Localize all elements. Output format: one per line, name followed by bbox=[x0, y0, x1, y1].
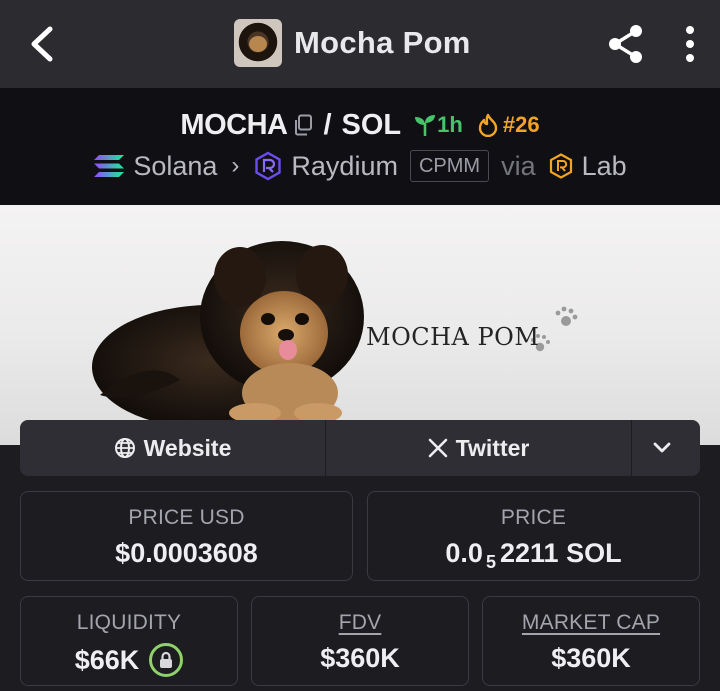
flame-icon bbox=[478, 113, 498, 137]
seedling-icon bbox=[415, 115, 436, 136]
fdv-card[interactable]: FDV $360K bbox=[251, 596, 469, 686]
more-options-button[interactable] bbox=[676, 22, 704, 66]
fdv-value: $360K bbox=[320, 643, 400, 673]
base-symbol: MOCHA bbox=[180, 108, 288, 141]
twitter-label: Twitter bbox=[455, 434, 530, 461]
pair-line: MOCHA / SOL 1h #26 bbox=[0, 106, 720, 144]
liquidity-card: LIQUIDITY $66K bbox=[20, 596, 238, 686]
liquidity-lock-badge[interactable] bbox=[149, 643, 184, 677]
pair-age: 1h bbox=[413, 112, 463, 138]
more-vertical-icon bbox=[686, 26, 694, 62]
dex-name[interactable]: Raydium bbox=[291, 151, 398, 182]
fdv-label[interactable]: FDV bbox=[252, 611, 468, 635]
price-usd-value: $0.0003608 bbox=[115, 538, 258, 568]
link-buttons: Website Twitter bbox=[20, 420, 700, 476]
website-button[interactable]: Website bbox=[20, 420, 326, 476]
solana-icon bbox=[94, 155, 125, 177]
price-native-value: 0.0 5 2211 SOL bbox=[445, 538, 622, 572]
x-logo-icon bbox=[428, 438, 447, 458]
pair-age-text: 1h bbox=[437, 112, 463, 137]
app-title: Mocha Pom bbox=[294, 25, 471, 60]
price-native-label: PRICE bbox=[500, 506, 567, 529]
chevron-down-icon bbox=[653, 442, 671, 453]
banner-text: MOCHA POM bbox=[366, 323, 540, 351]
copy-icon[interactable] bbox=[293, 114, 313, 136]
launchpad-name[interactable]: Lab bbox=[582, 151, 627, 182]
website-label: Website bbox=[143, 434, 232, 461]
pair-separator: / bbox=[323, 108, 332, 141]
pool-type-badge: CPMM bbox=[409, 150, 490, 182]
share-button[interactable] bbox=[604, 22, 648, 66]
token-title: Mocha Pom bbox=[234, 18, 471, 68]
price-usd-label: PRICE USD bbox=[128, 506, 245, 529]
route-line: Solana › Raydium CPMM via Lab bbox=[0, 146, 720, 186]
share-icon bbox=[609, 25, 642, 63]
price-native-card: PRICE 0.0 5 2211 SOL bbox=[367, 491, 700, 581]
lab-icon bbox=[549, 153, 572, 179]
liquidity-value: $66K bbox=[21, 643, 237, 677]
liquidity-label: LIQUIDITY bbox=[76, 611, 182, 634]
back-button[interactable] bbox=[22, 22, 62, 66]
market-cap-card[interactable]: MARKET CAP $360K bbox=[482, 596, 700, 686]
chain-name[interactable]: Solana bbox=[133, 151, 217, 182]
trending-rank-text: #26 bbox=[502, 112, 540, 137]
quote-symbol: SOL bbox=[341, 108, 402, 141]
more-links-button[interactable] bbox=[632, 420, 700, 476]
back-arrow-icon bbox=[31, 26, 53, 62]
price-usd-card: PRICE USD $0.0003608 bbox=[20, 491, 353, 581]
twitter-button[interactable]: Twitter bbox=[326, 420, 632, 476]
app-bar: Mocha Pom bbox=[0, 0, 720, 88]
globe-icon bbox=[114, 438, 135, 458]
trending-rank[interactable]: #26 bbox=[477, 112, 540, 138]
token-banner: MOCHA POM bbox=[0, 205, 720, 445]
pomeranian-image bbox=[92, 241, 578, 429]
raydium-icon bbox=[255, 151, 282, 181]
market-cap-value: $360K bbox=[551, 643, 631, 673]
market-cap-label[interactable]: MARKET CAP bbox=[483, 611, 699, 635]
lock-icon bbox=[160, 651, 173, 668]
token-avatar bbox=[234, 19, 282, 67]
via-label: via bbox=[501, 150, 536, 181]
chevron-right-icon: › bbox=[231, 152, 240, 179]
